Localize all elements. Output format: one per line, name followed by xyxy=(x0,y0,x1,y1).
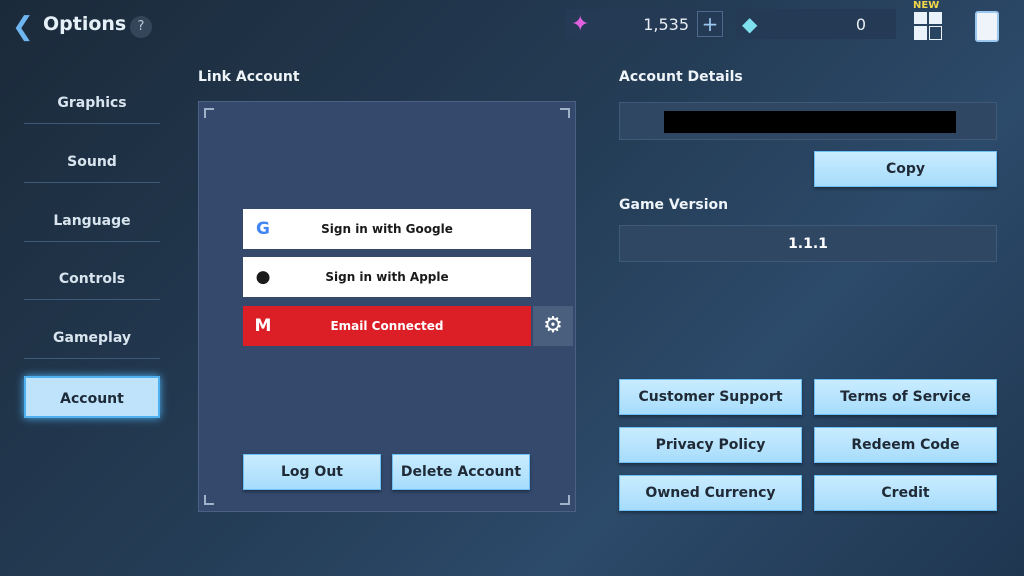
redeem-code-button[interactable]: Redeem Code xyxy=(814,427,997,463)
crystal-currency: ✦ 1,535 + xyxy=(565,9,725,39)
new-badge: NEW xyxy=(913,0,940,11)
sidebar-item-graphics[interactable]: Graphics xyxy=(24,82,160,124)
apple-signin-button[interactable]: ● Sign in with Apple xyxy=(243,257,531,297)
add-crystal-button[interactable]: + xyxy=(697,11,723,37)
back-icon[interactable]: ❮ xyxy=(12,12,34,42)
crystal-count: 1,535 xyxy=(643,14,689,34)
copy-button[interactable]: Copy xyxy=(814,151,997,187)
redacted-account-id xyxy=(664,111,956,133)
link-account-heading: Link Account xyxy=(198,69,300,85)
owned-currency-button[interactable]: Owned Currency xyxy=(619,475,802,511)
sidebar-item-gameplay[interactable]: Gameplay xyxy=(24,317,160,359)
sidebar-item-controls[interactable]: Controls xyxy=(24,258,160,300)
help-icon[interactable]: ? xyxy=(130,16,152,38)
email-connected-button[interactable]: M Email Connected xyxy=(243,306,531,346)
log-out-button[interactable]: Log Out xyxy=(243,454,381,490)
credit-button[interactable]: Credit xyxy=(814,475,997,511)
menu-grid-icon[interactable] xyxy=(914,12,942,40)
sidebar-item-account[interactable]: Account xyxy=(24,376,160,418)
terms-of-service-button[interactable]: Terms of Service xyxy=(814,379,997,415)
account-id-field xyxy=(619,102,997,140)
sidebar-item-language[interactable]: Language xyxy=(24,200,160,242)
game-version-value: 1.1.1 xyxy=(619,225,997,262)
page-title: Options xyxy=(43,13,127,35)
google-signin-button[interactable]: G Sign in with Google xyxy=(243,209,531,249)
privacy-policy-button[interactable]: Privacy Policy xyxy=(619,427,802,463)
gem-currency: ◆ 0 xyxy=(736,9,896,39)
gem-icon: ◆ xyxy=(742,12,758,36)
email-m-icon: M xyxy=(254,316,272,336)
account-details-heading: Account Details xyxy=(619,69,743,85)
email-settings-gear-icon[interactable]: ⚙ xyxy=(533,306,573,346)
delete-account-button[interactable]: Delete Account xyxy=(392,454,530,490)
gem-count: 0 xyxy=(855,14,866,34)
sidebar-item-sound[interactable]: Sound xyxy=(24,141,160,183)
game-version-heading: Game Version xyxy=(619,197,729,213)
google-icon: G xyxy=(256,219,270,239)
customer-support-button[interactable]: Customer Support xyxy=(619,379,802,415)
apple-icon: ● xyxy=(255,267,271,287)
crystal-icon: ✦ xyxy=(571,11,590,37)
exit-door-icon[interactable] xyxy=(975,11,999,42)
